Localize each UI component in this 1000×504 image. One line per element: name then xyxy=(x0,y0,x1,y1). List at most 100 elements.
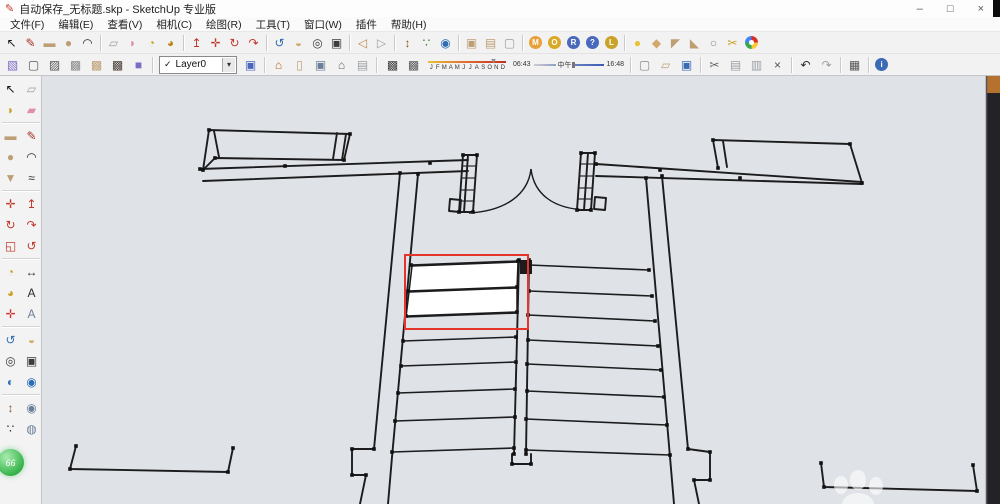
plugin-help-badge[interactable]: ? xyxy=(586,36,599,49)
style-monochrome-icon[interactable]: ▩ xyxy=(107,55,128,74)
orbit-tool-icon[interactable]: ↺ xyxy=(270,33,289,52)
scale-tool-icon[interactable]: ◱ xyxy=(0,235,21,256)
look-around-icon[interactable]: ◉ xyxy=(21,397,42,418)
style-xray-icon[interactable]: ▧ xyxy=(2,55,23,74)
print-icon[interactable]: ▦ xyxy=(844,55,865,74)
plugin-sphere-icon[interactable]: ● xyxy=(628,33,647,52)
shadow-time-slider[interactable] xyxy=(533,63,556,66)
paste-icon[interactable]: ▥ xyxy=(746,55,767,74)
menu-help[interactable]: 帮助(H) xyxy=(384,17,434,32)
protractor-tool-icon[interactable]: ◕ xyxy=(161,33,180,52)
new-file-icon[interactable]: ▢ xyxy=(634,55,655,74)
previous-view-icon[interactable]: ◁ xyxy=(353,33,372,52)
menu-draw[interactable]: 绘图(R) xyxy=(199,17,249,32)
text3d-tool-icon[interactable]: A xyxy=(21,303,42,324)
layer-manager-icon[interactable]: ▣ xyxy=(240,55,261,74)
menu-window[interactable]: 窗口(W) xyxy=(297,17,349,32)
plugin-ring-icon[interactable]: ○ xyxy=(704,33,723,52)
home-outline-icon[interactable]: ⌂ xyxy=(331,55,352,74)
shadow-time-slider-handle[interactable] xyxy=(571,61,604,68)
style-hiddenline-icon[interactable]: ▨ xyxy=(44,55,65,74)
line-tool-icon[interactable]: ✎ xyxy=(21,33,40,52)
style-textured-icon[interactable]: ▩ xyxy=(86,55,107,74)
menu-file[interactable]: 文件(F) xyxy=(3,17,51,32)
open-file-icon[interactable]: ▱ xyxy=(655,55,676,74)
followme-tool-icon[interactable]: ↷ xyxy=(21,214,42,235)
dimension-tool-icon[interactable]: ↔ xyxy=(21,261,42,282)
chevron-down-icon[interactable]: ▾ xyxy=(222,57,235,72)
close-button[interactable]: × xyxy=(978,3,984,15)
style-shaded-icon[interactable]: ▩ xyxy=(65,55,86,74)
shadow-toggle-icon[interactable]: ▩ xyxy=(403,55,424,74)
arc-tool-icon[interactable]: ◠ xyxy=(78,33,97,52)
pan-tool-icon[interactable]: ◒ xyxy=(21,329,42,350)
followme-tool-icon[interactable]: ↷ xyxy=(244,33,263,52)
tape-measure-tool-icon[interactable]: ◔ xyxy=(142,33,161,52)
model-house-icon[interactable]: ⌂ xyxy=(268,55,289,74)
menu-edit[interactable]: 编辑(E) xyxy=(51,17,100,32)
shadow-settings-icon[interactable]: ▩ xyxy=(382,55,403,74)
zoom-extents-icon[interactable]: ▣ xyxy=(327,33,346,52)
offset-tool-icon[interactable]: ↺ xyxy=(21,235,42,256)
plugin-o-badge[interactable]: O xyxy=(548,36,561,49)
plugin-tag-badge[interactable]: L xyxy=(605,36,618,49)
minimize-button[interactable]: – xyxy=(917,3,923,15)
position-camera-icon[interactable]: ↕ xyxy=(0,397,21,418)
protractor-tool-icon[interactable]: ◕ xyxy=(0,282,21,303)
pushpull-tool-icon[interactable]: ↥ xyxy=(187,33,206,52)
select-tool-icon[interactable]: ↖ xyxy=(2,33,21,52)
plugin-scissors-icon[interactable]: ✂ xyxy=(723,33,742,52)
axes-tool-icon[interactable]: ✛ xyxy=(0,303,21,324)
pushpull-tool-icon[interactable]: ↥ xyxy=(21,193,42,214)
move-tool-icon[interactable]: ✛ xyxy=(206,33,225,52)
rotate-tool-icon[interactable]: ↻ xyxy=(225,33,244,52)
move-tool-icon[interactable]: ✛ xyxy=(0,193,21,214)
get-models-icon[interactable]: ▣ xyxy=(462,33,481,52)
plugin-cursor-icon[interactable]: ◤ xyxy=(666,33,685,52)
polygon-tool-icon[interactable]: ▼ xyxy=(0,167,21,188)
circle-tool-icon[interactable]: ● xyxy=(0,146,21,167)
style-back-edges-icon[interactable]: ■ xyxy=(128,55,149,74)
walk-tool-icon[interactable]: ∵ xyxy=(0,418,21,439)
rotate-tool-icon[interactable]: ↻ xyxy=(0,214,21,235)
paint-bucket-tool-icon[interactable]: ◗ xyxy=(123,33,142,52)
plugin-cursor2-icon[interactable]: ◣ xyxy=(685,33,704,52)
save-file-icon[interactable]: ▣ xyxy=(676,55,697,74)
plugin-diamond-icon[interactable]: ◆ xyxy=(647,33,666,52)
google-earth-icon[interactable]: ◉ xyxy=(436,33,455,52)
zoom-window-icon[interactable]: ▣ xyxy=(21,350,42,371)
orbit-tool-icon[interactable]: ↺ xyxy=(0,329,21,350)
zoom-tool-icon[interactable]: ◎ xyxy=(0,350,21,371)
layer-dropdown[interactable]: ✓ Layer0 ▾ xyxy=(159,55,237,74)
paint-bucket-tool-icon[interactable]: ◗ xyxy=(0,99,21,120)
position-camera-icon[interactable]: ↕ xyxy=(398,33,417,52)
line-tool-icon[interactable]: ✎ xyxy=(21,125,42,146)
select-tool-icon[interactable]: ↖ xyxy=(0,78,21,99)
component-door-icon[interactable]: ▯ xyxy=(289,55,310,74)
eraser-pink-tool-icon[interactable]: ▰ xyxy=(21,99,42,120)
menu-camera[interactable]: 相机(C) xyxy=(149,17,199,32)
freehand-tool-icon[interactable]: ≈ xyxy=(21,167,42,188)
copy-icon[interactable]: ▤ xyxy=(725,55,746,74)
info-badge[interactable]: i xyxy=(875,58,889,71)
cut-icon[interactable]: ✂ xyxy=(704,55,725,74)
maximize-button[interactable]: □ xyxy=(947,3,954,15)
floor-plan-drawing[interactable] xyxy=(42,76,1000,504)
pan-tool-icon[interactable]: ◒ xyxy=(289,33,308,52)
zoom-extents-icon[interactable]: ◉ xyxy=(21,371,42,392)
drawing-canvas[interactable] xyxy=(42,76,1000,504)
section-plane-icon[interactable]: ◍ xyxy=(21,418,42,439)
zoom-previous-icon[interactable]: ◐ xyxy=(0,371,21,392)
zoom-tool-icon[interactable]: ◎ xyxy=(308,33,327,52)
plugin-swirl-icon[interactable] xyxy=(745,36,758,49)
rectangle-tool-icon[interactable]: ▬ xyxy=(0,125,21,146)
shadow-date-slider[interactable]: JFMAMJJASOND xyxy=(428,59,506,71)
rectangle-tool-icon[interactable]: ▬ xyxy=(40,33,59,52)
next-view-icon[interactable]: ▷ xyxy=(372,33,391,52)
circle-tool-icon[interactable]: ● xyxy=(59,33,78,52)
save-model-icon[interactable]: ▣ xyxy=(310,55,331,74)
undo-icon[interactable]: ↶ xyxy=(795,55,816,74)
menu-tools[interactable]: 工具(T) xyxy=(249,17,297,32)
share-model-icon[interactable]: ▤ xyxy=(481,33,500,52)
style-wireframe-icon[interactable]: ▢ xyxy=(23,55,44,74)
